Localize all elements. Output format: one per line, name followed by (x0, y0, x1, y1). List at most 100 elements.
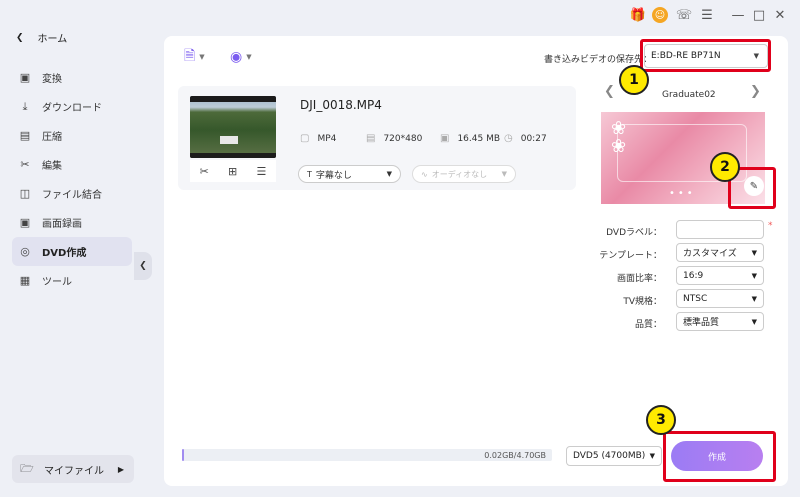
sidebar-item-edit[interactable]: ✂ 編集 (12, 150, 132, 179)
step-badge-2: 2 (710, 152, 740, 182)
dvd-icon: ◎ (20, 245, 30, 258)
capacity-bar: 0.02GB/4.70GB (182, 449, 552, 461)
trim-scissors-icon[interactable]: ✂ (200, 165, 209, 178)
audio-value: オーディオなし (431, 169, 488, 179)
template-select-value: カスタマイズ (683, 249, 737, 259)
sidebar-item-merge[interactable]: ◫ ファイル結合 (12, 179, 132, 208)
tv-standard-select[interactable]: NTSC ▼ (676, 289, 764, 308)
disc-type-value: DVD5 (4700MB) (573, 451, 646, 461)
step-badge-1: 1 (619, 65, 649, 95)
aspect-select[interactable]: 16:9 ▼ (676, 266, 764, 285)
dvd-label-label: DVDラベル： (606, 228, 662, 238)
template-name: Graduate02 (662, 90, 716, 100)
subtitle-value: 字幕なし (315, 170, 352, 181)
video-format: ▢ MP4 (300, 133, 336, 144)
tv-standard-label: TV規格： (623, 297, 662, 307)
caret-down-icon: ▼ (246, 53, 252, 61)
audio-wave-icon: ∿ (421, 169, 428, 179)
gift-icon[interactable]: 🎁 (630, 7, 646, 23)
chevron-left-icon: ❮ (139, 261, 147, 271)
aspect-label: 画面比率： (616, 274, 662, 284)
caret-down-icon: ▼ (751, 271, 757, 280)
add-file-icon: 🗎 (184, 48, 196, 64)
thumb-bar-top (190, 96, 276, 102)
edit-scissors-icon: ✂ (20, 158, 30, 171)
sidebar-item-dvd[interactable]: ◎ DVD作成 (12, 237, 132, 266)
quality-select[interactable]: 標準品質 ▼ (676, 312, 764, 331)
sidebar-item-compress[interactable]: ▤ 圧縮 (12, 121, 132, 150)
add-disc-icon: ◉ (230, 49, 243, 65)
sidebar-item-label: ファイル結合 (42, 190, 102, 201)
template-select[interactable]: カスタマイズ ▼ (676, 243, 764, 262)
thumb-building (220, 136, 238, 144)
caret-down-icon: ▼ (386, 170, 392, 178)
caret-down-icon: ▼ (199, 53, 205, 61)
minimize-icon[interactable]: — (730, 7, 746, 23)
convert-icon: ▣ (19, 71, 31, 84)
collapse-sidebar-button[interactable]: ❮ (134, 252, 152, 280)
home-link[interactable]: ❮ ホーム (16, 30, 68, 46)
compress-icon: ▤ (19, 129, 31, 142)
template-prev-arrow-icon[interactable]: ❮ (604, 84, 615, 99)
caret-down-icon: ▼ (501, 170, 507, 178)
video-size-value: 16.45 MB (457, 133, 501, 144)
video-name: DJI_0018.MP4 (300, 98, 382, 112)
merge-icon: ◫ (19, 187, 31, 200)
menu-icon[interactable]: ☰ (699, 7, 715, 23)
sidebar-item-label: 画面録画 (42, 219, 82, 230)
aspect-row: 画面比率： 16:9 ▼ (564, 265, 774, 288)
tv-standard-row: TV規格： NTSC ▼ (564, 288, 774, 311)
highlight-box-save-to (640, 39, 771, 72)
clock-icon: ◷ (504, 133, 513, 144)
maximize-icon[interactable]: □ (751, 7, 767, 23)
dvd-label-input[interactable] (676, 220, 764, 239)
quality-row: 品質： 標準品質 ▼ (564, 311, 774, 334)
effects-sliders-icon[interactable]: ☰ (256, 165, 266, 178)
step-badge-3: 3 (646, 405, 676, 435)
add-file-button[interactable]: 🗎 ▼ (184, 46, 205, 68)
video-resolution-value: 720*480 (383, 133, 423, 144)
support-headset-icon[interactable]: ☏ (676, 7, 692, 23)
sidebar-item-label: DVD作成 (42, 248, 87, 259)
caret-down-icon: ▼ (649, 452, 655, 460)
my-files-label: マイファイル (44, 465, 104, 477)
capacity-text: 0.02GB/4.70GB (484, 451, 546, 460)
caret-down-icon: ▼ (751, 317, 757, 326)
user-avatar-icon[interactable]: ☺ (652, 7, 668, 23)
aspect-select-value: 16:9 (683, 270, 704, 281)
video-size: ▣ 16.45 MB (440, 133, 500, 144)
crop-icon[interactable]: ⊞ (228, 165, 237, 178)
title-bar: 🎁 ☺ ☏ ☰ — □ ✕ (0, 0, 800, 32)
sidebar-item-label: 変換 (42, 74, 62, 85)
home-label: ホーム (37, 34, 68, 45)
template-row: テンプレート： カスタマイズ ▼ (564, 242, 774, 265)
thumbnail-tools: ✂ ⊞ ☰ (190, 160, 276, 182)
sidebar: ❮ ホーム ▣ 変換 ⤓ ダウンロード ▤ 圧縮 ✂ 編集 ◫ ファイル結合 ▣… (0, 0, 148, 497)
quality-label: 品質： (634, 320, 662, 330)
sidebar-nav: ▣ 変換 ⤓ ダウンロード ▤ 圧縮 ✂ 編集 ◫ ファイル結合 ▣ 画面録画 … (12, 63, 132, 295)
caret-down-icon: ▼ (751, 248, 757, 257)
folder-icon: 🗁 (20, 461, 34, 475)
sidebar-item-download[interactable]: ⤓ ダウンロード (12, 92, 132, 121)
video-duration-value: 00:27 (520, 133, 547, 144)
sidebar-item-label: ダウンロード (42, 103, 102, 114)
sidebar-item-convert[interactable]: ▣ 変換 (12, 63, 132, 92)
close-icon[interactable]: ✕ (772, 7, 788, 23)
sidebar-item-record[interactable]: ▣ 画面録画 (12, 208, 132, 237)
subtitle-select[interactable]: T 字幕なし ▼ (298, 165, 401, 183)
template-next-arrow-icon[interactable]: ❯ (750, 84, 761, 99)
disc-type-select[interactable]: DVD5 (4700MB) ▼ (566, 446, 662, 466)
image-icon: ▤ (366, 133, 376, 144)
sidebar-item-tools[interactable]: ▦ ツール (12, 266, 132, 295)
my-files-button[interactable]: 🗁 マイファイル ▶ (12, 455, 134, 483)
video-item: ✂ ⊞ ☰ DJI_0018.MP4 ▢ MP4 ▤ 720*480 ▣ 16.… (178, 86, 576, 190)
template-page-dots: ••• (669, 188, 696, 199)
folder-icon: ▣ (440, 133, 450, 144)
video-thumbnail[interactable] (190, 96, 276, 158)
add-disc-button[interactable]: ◉ ▼ (230, 46, 252, 68)
template-label: テンプレート： (599, 251, 662, 261)
record-icon: ▣ (19, 216, 31, 229)
chevron-left-icon: ❮ (16, 32, 24, 43)
audio-select[interactable]: ∿ オーディオなし ▼ (412, 165, 516, 183)
sidebar-item-label: ツール (42, 277, 72, 288)
